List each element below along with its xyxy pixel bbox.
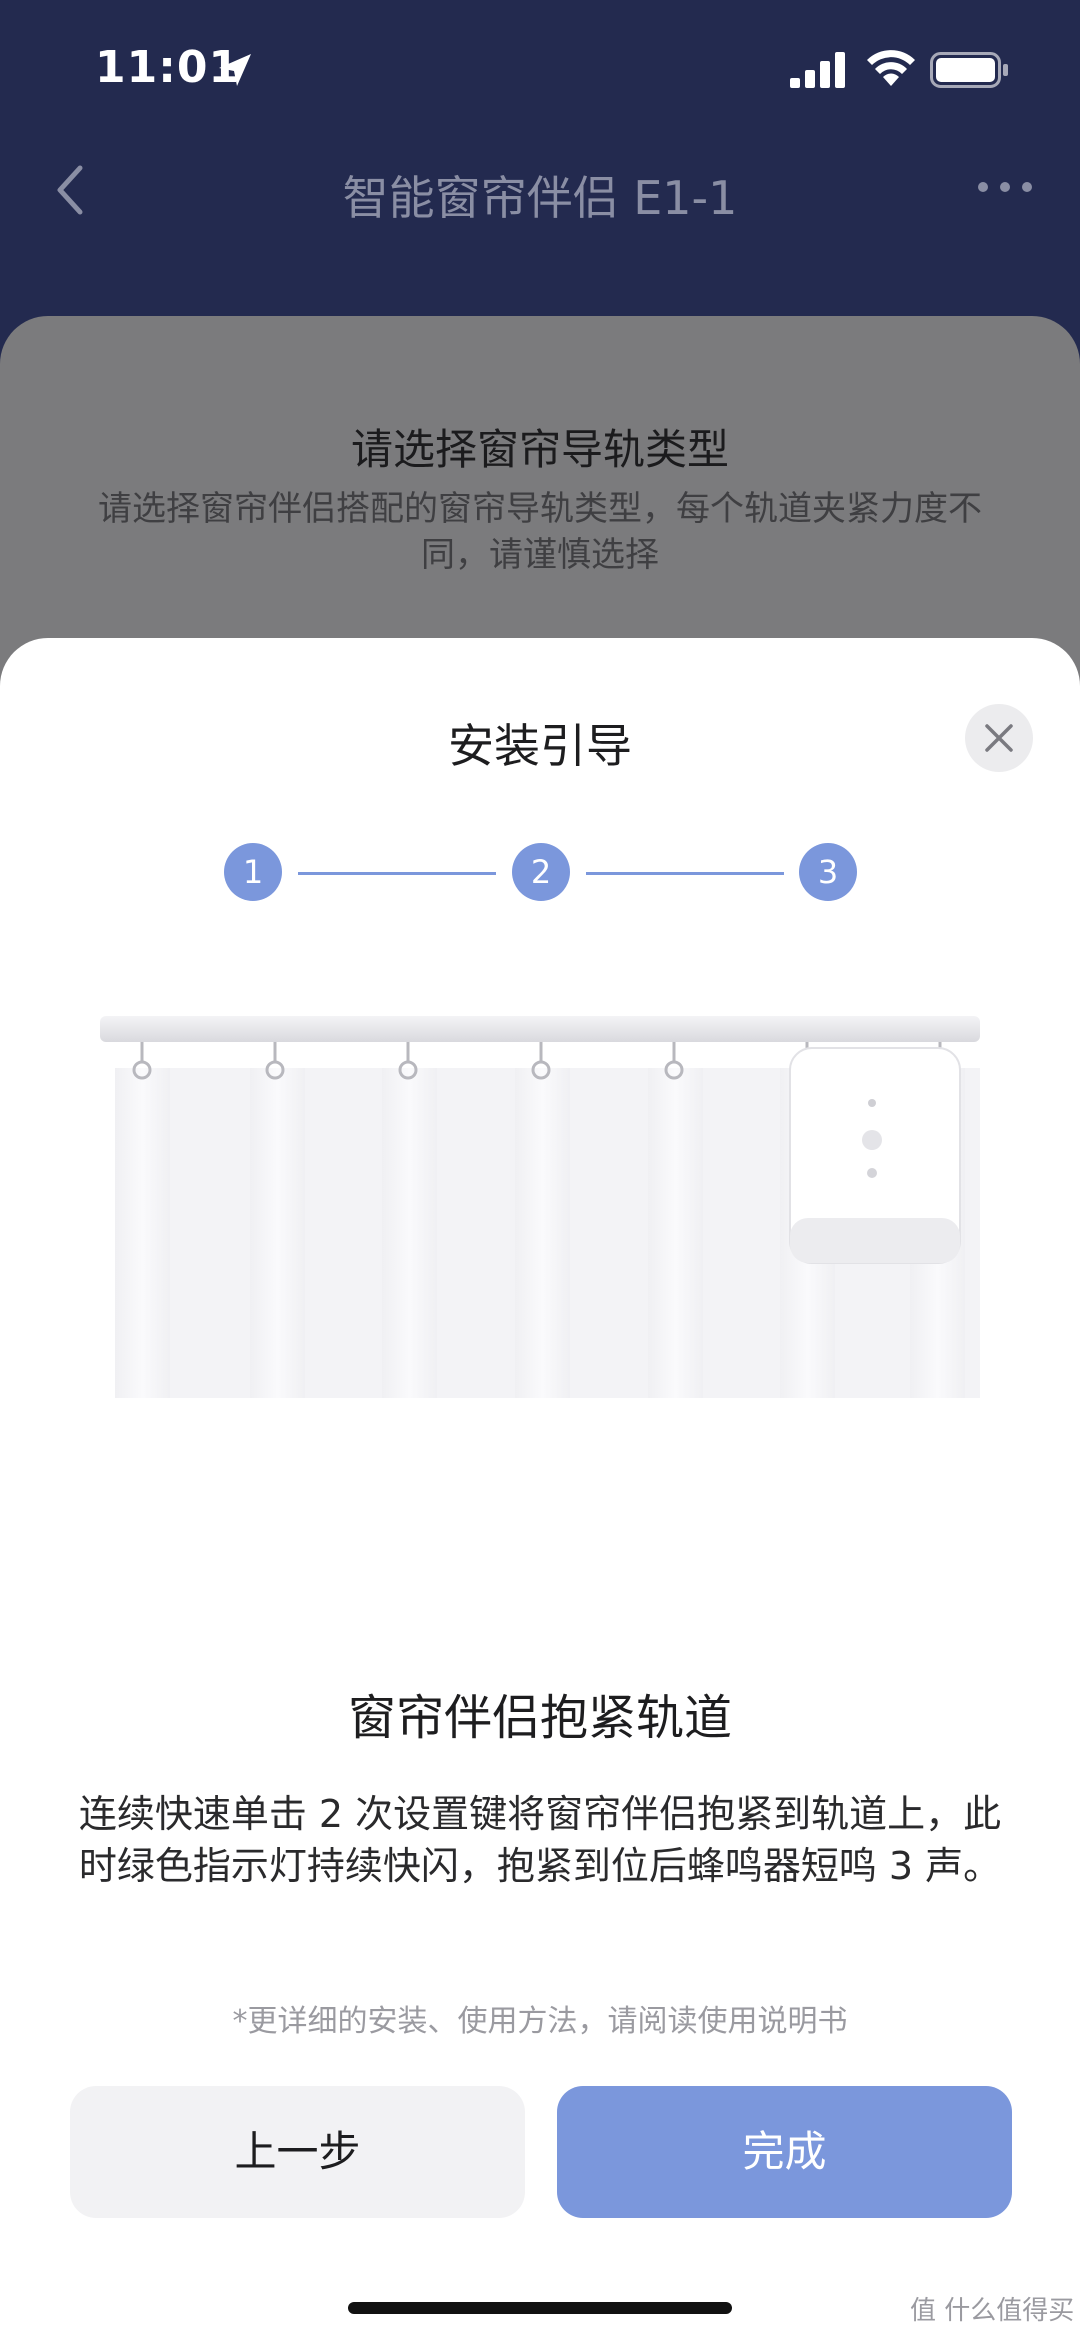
status-bar: 11:01 <box>0 0 1080 140</box>
step-connector-2 <box>586 872 784 875</box>
step-indicator: 1 2 3 <box>0 843 1080 907</box>
done-button[interactable]: 完成 <box>557 2086 1012 2218</box>
step-3: 3 <box>799 843 857 901</box>
install-guide-modal: 安装引导 1 2 3 窗帘伴侣抱紧轨道 连续快速单击 2 次设置键将窗帘伴侣抱紧… <box>0 638 1080 2337</box>
manual-note: *更详细的安装、使用方法，请阅读使用说明书 <box>232 2004 848 2039</box>
previous-step-button[interactable]: 上一步 <box>70 2086 525 2218</box>
wifi-icon <box>867 50 915 86</box>
step-2: 2 <box>512 843 570 901</box>
step-1: 1 <box>224 843 282 901</box>
nav-title: 智能窗帘伴侣 E1-1 <box>342 171 738 225</box>
battery-icon <box>930 52 1008 88</box>
step-title: 窗帘伴侣抱紧轨道 <box>347 1690 732 1746</box>
signal-icon <box>790 52 845 88</box>
modal-title: 安装引导 <box>448 719 632 773</box>
curtain-rail-illustration <box>100 1016 980 1398</box>
step-connector-1 <box>298 872 496 875</box>
close-icon <box>985 724 1013 752</box>
watermark: 值 什么值得买 <box>910 2296 1075 2326</box>
home-indicator <box>348 2302 732 2314</box>
background-subtitle: 请选择窗帘伴侣搭配的窗帘导轨类型，每个轨道夹紧力度不同，请谨慎选择 <box>98 489 982 575</box>
nav-bar: 智能窗帘伴侣 E1-1 <box>0 140 1080 240</box>
close-button[interactable] <box>965 704 1033 772</box>
more-dots-icon[interactable] <box>975 172 1035 202</box>
step-description: 连续快速单击 2 次设置键将窗帘伴侣抱紧到轨道上，此时绿色指示灯持续快闪，抱紧到… <box>78 1792 1002 1888</box>
background-title: 请选择窗帘导轨类型 <box>350 425 729 474</box>
location-arrow-icon <box>219 54 251 86</box>
